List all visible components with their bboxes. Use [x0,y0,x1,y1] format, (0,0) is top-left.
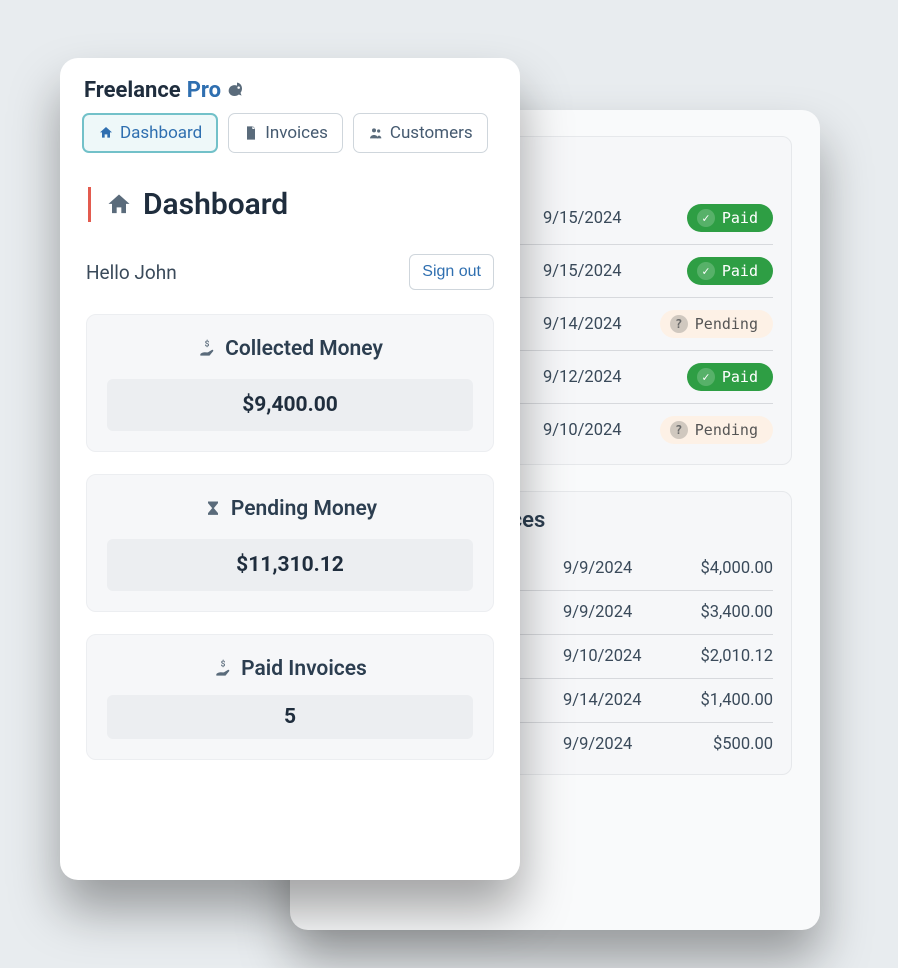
tab-customers[interactable]: Customers [353,113,488,153]
stat-label: Collected Money [225,337,383,361]
invoice-amount: $1,400.00 [663,691,773,710]
status-label: Pending [695,421,758,439]
home-icon [105,191,133,219]
stat-value: 5 [107,695,473,739]
invoice-date: 9/10/2024 [543,421,643,440]
invoice-date: 9/14/2024 [543,315,643,334]
stat-label: Paid Invoices [241,657,367,681]
invoice-amount: $2,010.12 [663,647,773,666]
question-icon: ? [670,315,688,333]
status-label: Paid [722,368,758,386]
svg-text:$: $ [221,659,226,670]
status-label: Pending [695,315,758,333]
stat-collected: $ Collected Money $9,400.00 [86,314,494,452]
brand-logo: FreelancePro [84,78,498,103]
status-badge: ? Pending [660,310,773,338]
signout-button[interactable]: Sign out [409,254,494,290]
question-icon: ? [670,421,688,439]
invoice-date: 9/9/2024 [563,603,663,622]
invoice-amount: $500.00 [663,735,773,754]
stat-label: Pending Money [231,497,377,521]
tab-dashboard[interactable]: Dashboard [82,113,218,153]
status-badge: ? Pending [660,416,773,444]
tab-label: Dashboard [120,123,202,143]
rocket-icon [227,81,247,101]
status-badge: ✓ Paid [687,363,773,391]
stat-pending: Pending Money $11,310.12 [86,474,494,612]
invoice-date: 9/12/2024 [543,368,643,387]
invoice-date: 9/15/2024 [543,209,643,228]
greeting-row: Hello John Sign out [86,254,494,290]
brand-text-2: Pro [187,78,221,103]
tab-label: Invoices [265,123,328,143]
page-title: Dashboard [88,187,498,222]
hourglass-icon [203,499,223,519]
invoice-date: 9/9/2024 [563,559,663,578]
tab-label: Customers [390,123,473,143]
tab-invoices[interactable]: Invoices [228,113,343,153]
stat-value: $9,400.00 [107,379,473,431]
home-icon [98,125,114,141]
brand-text-1: Freelance [84,78,181,103]
invoice-amount: $4,000.00 [663,559,773,578]
stat-paid-invoices: $ Paid Invoices 5 [86,634,494,760]
check-icon: ✓ [697,262,715,280]
status-label: Paid [722,262,758,280]
money-hand-icon: $ [213,659,233,679]
invoice-date: 9/15/2024 [543,262,643,281]
check-icon: ✓ [697,368,715,386]
check-icon: ✓ [697,209,715,227]
primary-panel: FreelancePro Dashboard Invoices Customer… [60,58,520,880]
invoice-date: 9/9/2024 [563,735,663,754]
status-label: Paid [722,209,758,227]
money-hand-icon: $ [197,339,217,359]
status-badge: ✓ Paid [687,257,773,285]
svg-text:$: $ [205,339,210,350]
invoice-date: 9/10/2024 [563,647,663,666]
users-icon [368,125,384,141]
nav-tabs: Dashboard Invoices Customers [82,113,498,153]
invoice-amount: $3,400.00 [663,603,773,622]
invoice-date: 9/14/2024 [563,691,663,710]
stat-value: $11,310.12 [107,539,473,591]
document-icon [243,125,259,141]
greeting-text: Hello John [86,261,177,284]
page-title-text: Dashboard [143,187,288,222]
status-badge: ✓ Paid [687,204,773,232]
